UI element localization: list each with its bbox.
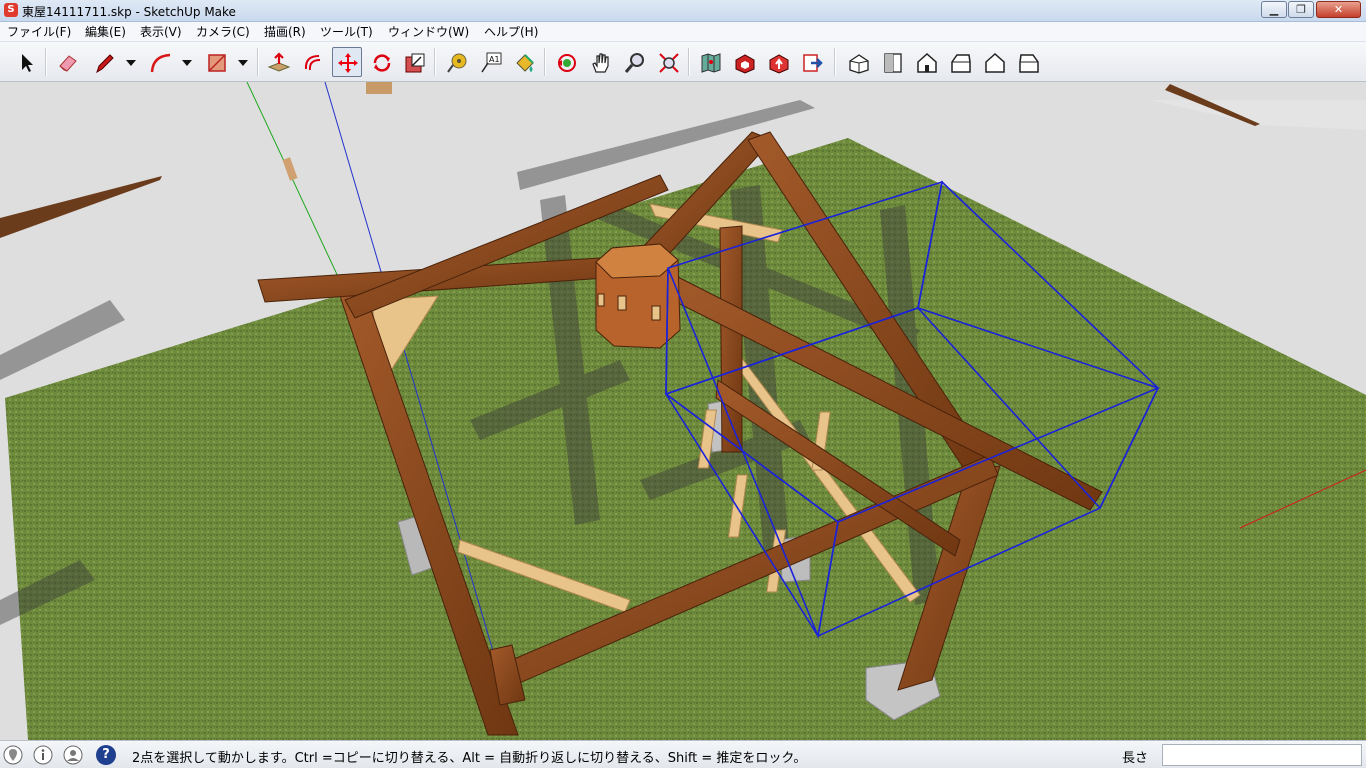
menu-edit[interactable]: 編集(E) — [85, 24, 126, 40]
chevron-down-icon[interactable] — [181, 58, 193, 68]
menu-help[interactable]: ヘルプ(H) — [484, 24, 538, 40]
add-location-tool[interactable] — [695, 47, 725, 77]
extension-warehouse-tool[interactable] — [797, 47, 827, 77]
iso-view-tool[interactable] — [843, 47, 873, 77]
toolbar-separator — [45, 48, 47, 76]
map-icon — [701, 53, 721, 73]
text-tool[interactable]: A1 — [475, 47, 505, 77]
warehouse-icon — [735, 54, 755, 74]
title-bar: S 東屋14111711.skp - SketchUp Make ▁ ❐ ✕ — [0, 0, 1366, 22]
scale-tool[interactable] — [399, 47, 429, 77]
push-pull-tool[interactable] — [263, 47, 293, 77]
back-view-tool[interactable] — [979, 47, 1009, 77]
pencil-icon — [96, 54, 114, 74]
left-view-tool[interactable] — [1013, 47, 1043, 77]
measurements-label: 長さ — [1122, 751, 1149, 766]
magnifier-icon — [624, 53, 644, 73]
geo-location-icon[interactable] — [3, 745, 23, 765]
line-tool[interactable] — [89, 47, 119, 77]
iso-house-icon — [849, 54, 869, 74]
front-view-tool[interactable] — [911, 47, 941, 77]
left-view-icon — [1019, 54, 1039, 73]
orbit-tool[interactable] — [551, 47, 581, 77]
zoom-extents-tool[interactable] — [653, 47, 683, 77]
chevron-down-icon[interactable] — [237, 58, 249, 68]
rectangle-icon — [208, 54, 226, 72]
menu-tools[interactable]: ツール(T) — [320, 24, 373, 40]
svg-text:A1: A1 — [489, 55, 500, 64]
rotate-tool[interactable] — [366, 47, 396, 77]
zoom-tool[interactable] — [619, 47, 649, 77]
account-icon[interactable] — [63, 745, 83, 765]
orbit-icon — [558, 54, 576, 72]
menu-window[interactable]: ウィンドウ(W) — [388, 24, 469, 40]
extension-icon — [803, 54, 823, 72]
toolbar-separator — [434, 48, 436, 76]
menu-draw[interactable]: 描画(R) — [264, 24, 306, 40]
sketchup-app-icon[interactable]: S — [4, 3, 18, 17]
toolbar-separator — [688, 48, 690, 76]
cursor-icon — [22, 54, 33, 72]
menu-view[interactable]: 表示(V) — [140, 24, 182, 40]
window-title: 東屋14111711.skp - SketchUp Make — [22, 5, 236, 19]
hand-icon — [592, 53, 609, 73]
zoom-extents-icon — [659, 53, 679, 73]
arc-tool[interactable] — [145, 47, 175, 77]
back-view-icon — [985, 52, 1005, 73]
scene-drawing[interactable] — [0, 82, 1366, 740]
offset-tool[interactable] — [297, 47, 327, 77]
status-message: 2点を選択して動かします。Ctrl =コピーに切り替える、Alt = 自動折り返… — [132, 751, 807, 766]
maximize-button[interactable]: ❐ — [1288, 1, 1314, 18]
eraser-tool[interactable] — [52, 47, 82, 77]
menu-bar: ファイル(F) 編集(E) 表示(V) カメラ(C) 描画(R) ツール(T) … — [0, 22, 1366, 42]
menu-file[interactable]: ファイル(F) — [7, 24, 71, 40]
move-tool[interactable] — [332, 47, 362, 77]
measurements-input[interactable] — [1162, 744, 1362, 766]
top-view-icon — [884, 53, 902, 73]
minimize-button[interactable]: ▁ — [1261, 1, 1287, 18]
top-view-tool[interactable] — [877, 47, 907, 77]
offset-icon — [304, 55, 321, 71]
tape-measure-tool[interactable] — [441, 47, 471, 77]
rotate-icon — [373, 54, 391, 72]
menu-camera[interactable]: カメラ(C) — [196, 24, 250, 40]
push-pull-icon — [267, 52, 291, 72]
move-icon — [338, 53, 358, 73]
rectangle-tool[interactable] — [201, 47, 231, 77]
front-view-icon — [917, 52, 937, 73]
share-model-tool[interactable] — [763, 47, 793, 77]
paint-bucket-icon — [516, 54, 534, 72]
arc-icon — [150, 53, 171, 73]
help-icon[interactable]: ? — [96, 745, 116, 765]
3d-warehouse-tool[interactable] — [729, 47, 759, 77]
toolbar-separator — [544, 48, 546, 76]
right-view-tool[interactable] — [945, 47, 975, 77]
select-tool[interactable] — [11, 47, 41, 77]
model-viewport[interactable] — [0, 82, 1366, 740]
pan-tool[interactable] — [585, 47, 615, 77]
chevron-down-icon[interactable] — [125, 58, 137, 68]
main-toolbar: A1 — [0, 42, 1366, 82]
right-view-icon — [951, 54, 971, 73]
share-model-icon — [769, 54, 789, 74]
toolbar-separator — [257, 48, 259, 76]
eraser-icon — [59, 55, 77, 72]
scale-icon — [405, 53, 425, 73]
tape-measure-icon — [447, 53, 467, 73]
paint-bucket-tool[interactable] — [509, 47, 539, 77]
info-icon[interactable] — [33, 745, 53, 765]
toolbar-separator — [834, 48, 836, 76]
status-bar: ? 2点を選択して動かします。Ctrl =コピーに切り替える、Alt = 自動折… — [0, 740, 1366, 768]
small-wood-block — [366, 82, 392, 94]
text-icon: A1 — [481, 52, 502, 73]
close-button[interactable]: ✕ — [1316, 1, 1361, 18]
